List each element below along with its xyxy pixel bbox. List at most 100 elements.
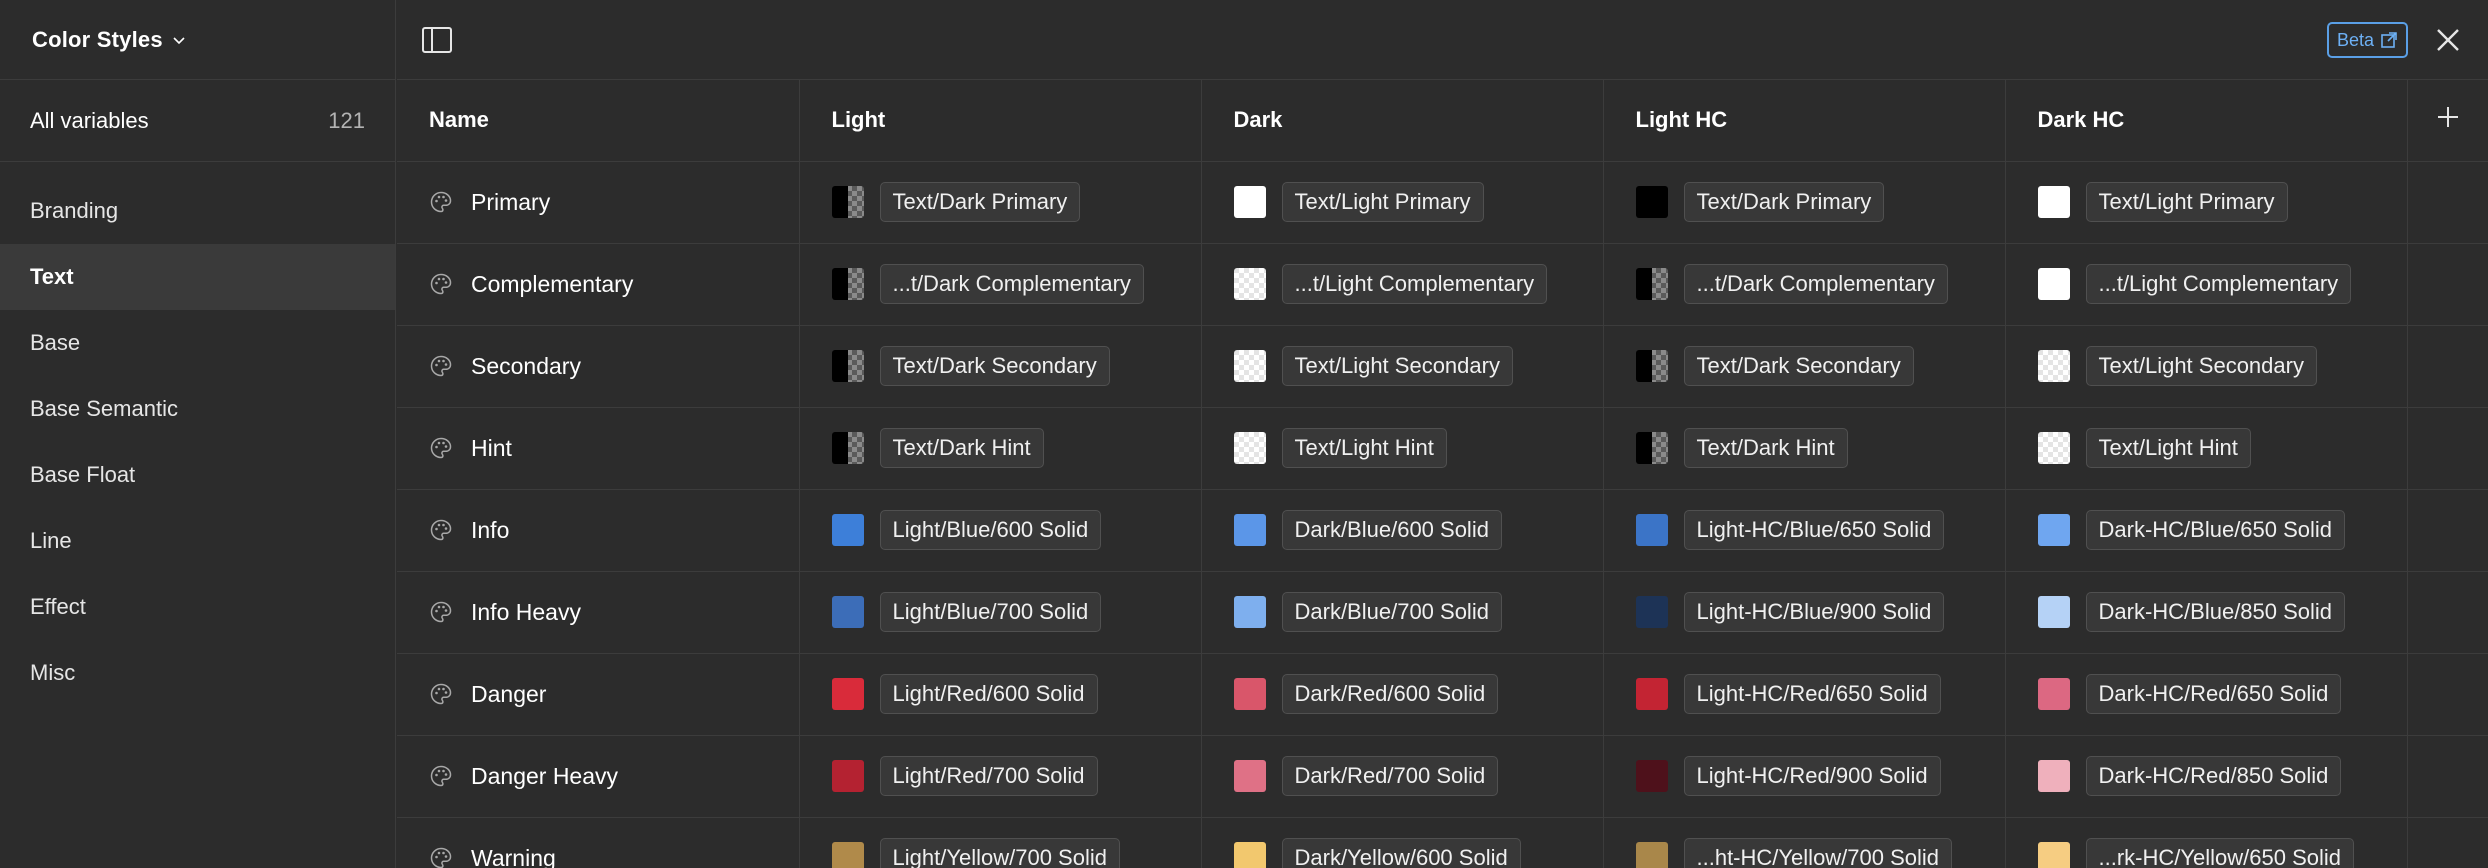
column-header-light-hc[interactable]: Light HC [1603, 80, 2006, 162]
alias-chip[interactable]: Text/Light Secondary [1281, 346, 1513, 386]
value-cell-light-hc[interactable]: Text/Dark Primary [1603, 161, 2006, 244]
value-cell-dark-hc[interactable]: Dark-HC/Blue/850 Solid [2005, 571, 2408, 654]
value-cell-light[interactable]: Text/Dark Primary [799, 161, 1202, 244]
alias-chip[interactable]: ...t/Light Complementary [2085, 264, 2352, 304]
table-row[interactable]: Info Light/Blue/600 Solid Dark/Blue/600 So… [397, 489, 2488, 572]
alias-chip[interactable]: Text/Dark Secondary [1683, 346, 1914, 386]
alias-chip[interactable]: Text/Light Primary [2085, 182, 2288, 222]
alias-chip[interactable]: ...t/Dark Complementary [879, 264, 1144, 304]
value-cell-light[interactable]: Light/Red/700 Solid [799, 735, 1202, 818]
alias-chip[interactable]: Light-HC/Red/900 Solid [1683, 756, 1941, 796]
alias-chip[interactable]: Light/Red/600 Solid [879, 674, 1098, 714]
alias-chip[interactable]: ...ht-HC/Yellow/700 Solid [1683, 838, 1953, 868]
value-cell-light-hc[interactable]: ...ht-HC/Yellow/700 Solid [1603, 817, 2006, 868]
alias-chip[interactable]: Text/Dark Hint [879, 428, 1044, 468]
alias-chip[interactable]: Light/Blue/600 Solid [879, 510, 1102, 550]
sidebar-item-effect[interactable]: Effect [0, 574, 395, 640]
value-cell-dark[interactable]: Dark/Blue/600 Solid [1201, 489, 1604, 572]
variable-name-cell[interactable]: Warning [397, 817, 800, 868]
value-cell-light[interactable]: Light/Red/600 Solid [799, 653, 1202, 736]
value-cell-light-hc[interactable]: Light-HC/Red/900 Solid [1603, 735, 2006, 818]
alias-chip[interactable]: ...t/Dark Complementary [1683, 264, 1948, 304]
alias-chip[interactable]: Light/Blue/700 Solid [879, 592, 1102, 632]
value-cell-light-hc[interactable]: Light-HC/Blue/900 Solid [1603, 571, 2006, 654]
value-cell-light-hc[interactable]: Text/Dark Hint [1603, 407, 2006, 490]
alias-chip[interactable]: Text/Light Hint [2085, 428, 2251, 468]
sidebar-item-misc[interactable]: Misc [0, 640, 395, 706]
alias-chip[interactable]: Dark/Red/700 Solid [1281, 756, 1499, 796]
alias-chip[interactable]: Dark/Blue/700 Solid [1281, 592, 1502, 632]
value-cell-dark[interactable]: Dark/Blue/700 Solid [1201, 571, 1604, 654]
alias-chip[interactable]: Light/Yellow/700 Solid [879, 838, 1120, 868]
variable-name-cell[interactable]: Hint [397, 407, 800, 490]
alias-chip[interactable]: Dark-HC/Blue/650 Solid [2085, 510, 2346, 550]
column-header-light[interactable]: Light [799, 80, 1202, 162]
sidebar-item-base-float[interactable]: Base Float [0, 442, 395, 508]
alias-chip[interactable]: Text/Light Primary [1281, 182, 1484, 222]
alias-chip[interactable]: Light-HC/Red/650 Solid [1683, 674, 1941, 714]
alias-chip[interactable]: Dark/Yellow/600 Solid [1281, 838, 1521, 868]
alias-chip[interactable]: Light-HC/Blue/650 Solid [1683, 510, 1945, 550]
variable-name-cell[interactable]: Danger [397, 653, 800, 736]
value-cell-dark[interactable]: Dark/Red/700 Solid [1201, 735, 1604, 818]
sidebar-item-base-semantic[interactable]: Base Semantic [0, 376, 395, 442]
value-cell-light[interactable]: Text/Dark Hint [799, 407, 1202, 490]
alias-chip[interactable]: Light-HC/Blue/900 Solid [1683, 592, 1945, 632]
table-row[interactable]: Danger Light/Red/600 Solid Dark/Red/600 So… [397, 653, 2488, 736]
value-cell-dark-hc[interactable]: Dark-HC/Blue/650 Solid [2005, 489, 2408, 572]
sidebar-item-base[interactable]: Base [0, 310, 395, 376]
beta-badge[interactable]: Beta [2326, 22, 2408, 58]
value-cell-dark[interactable]: ...t/Light Complementary [1201, 243, 1604, 326]
value-cell-dark-hc[interactable]: Dark-HC/Red/850 Solid [2005, 735, 2408, 818]
variable-name-cell[interactable]: Info [397, 489, 800, 572]
value-cell-light[interactable]: Text/Dark Secondary [799, 325, 1202, 408]
value-cell-dark-hc[interactable]: Dark-HC/Red/650 Solid [2005, 653, 2408, 736]
value-cell-dark[interactable]: Text/Light Hint [1201, 407, 1604, 490]
value-cell-dark-hc[interactable]: Text/Light Secondary [2005, 325, 2408, 408]
alias-chip[interactable]: Text/Dark Primary [1683, 182, 1885, 222]
value-cell-light[interactable]: Light/Blue/700 Solid [799, 571, 1202, 654]
alias-chip[interactable]: Dark/Blue/600 Solid [1281, 510, 1502, 550]
alias-chip[interactable]: Text/Light Secondary [2085, 346, 2317, 386]
alias-chip[interactable]: Dark-HC/Red/850 Solid [2085, 756, 2342, 796]
value-cell-light[interactable]: Light/Blue/600 Solid [799, 489, 1202, 572]
toggle-sidebar-icon[interactable] [421, 24, 453, 56]
table-row[interactable]: Info Heavy Light/Blue/700 Solid Dark/Blue/… [397, 571, 2488, 654]
value-cell-dark-hc[interactable]: ...rk-HC/Yellow/650 Solid [2005, 817, 2408, 868]
alias-chip[interactable]: Dark-HC/Red/650 Solid [2085, 674, 2342, 714]
value-cell-light[interactable]: ...t/Dark Complementary [799, 243, 1202, 326]
all-variables-item[interactable]: All variables 121 [0, 80, 395, 162]
alias-chip[interactable]: Text/Dark Secondary [879, 346, 1110, 386]
alias-chip[interactable]: Text/Dark Hint [1683, 428, 1848, 468]
alias-chip[interactable]: Dark/Red/600 Solid [1281, 674, 1499, 714]
alias-chip[interactable]: Dark-HC/Blue/850 Solid [2085, 592, 2346, 632]
variable-name-cell[interactable]: Secondary [397, 325, 800, 408]
table-row[interactable]: Primary Text/Dark Primary Text/Light Prima… [397, 161, 2488, 244]
table-row[interactable]: Warning Light/Yellow/700 Solid Dark/Yellow… [397, 817, 2488, 868]
table-row[interactable]: Secondary Text/Dark Secondary Text/Light S… [397, 325, 2488, 408]
variable-name-cell[interactable]: Primary [397, 161, 800, 244]
sidebar-item-text[interactable]: Text [0, 244, 395, 310]
variable-name-cell[interactable]: Info Heavy [397, 571, 800, 654]
value-cell-light-hc[interactable]: ...t/Dark Complementary [1603, 243, 2006, 326]
alias-chip[interactable]: Text/Dark Primary [879, 182, 1081, 222]
variable-name-cell[interactable]: Complementary [397, 243, 800, 326]
value-cell-light-hc[interactable]: Light-HC/Blue/650 Solid [1603, 489, 2006, 572]
close-icon[interactable] [2434, 26, 2462, 54]
add-mode-button[interactable] [2407, 80, 2488, 162]
variable-name-cell[interactable]: Danger Heavy [397, 735, 800, 818]
value-cell-light-hc[interactable]: Light-HC/Red/650 Solid [1603, 653, 2006, 736]
value-cell-dark-hc[interactable]: Text/Light Primary [2005, 161, 2408, 244]
column-header-dark[interactable]: Dark [1201, 80, 1604, 162]
sidebar-item-branding[interactable]: Branding [0, 178, 395, 244]
value-cell-light[interactable]: Light/Yellow/700 Solid [799, 817, 1202, 868]
column-header-dark-hc[interactable]: Dark HC [2005, 80, 2408, 162]
value-cell-light-hc[interactable]: Text/Dark Secondary [1603, 325, 2006, 408]
table-row[interactable]: Complementary ...t/Dark Complementary ...t… [397, 243, 2488, 326]
alias-chip[interactable]: ...t/Light Complementary [1281, 264, 1548, 304]
value-cell-dark[interactable]: Text/Light Primary [1201, 161, 1604, 244]
alias-chip[interactable]: ...rk-HC/Yellow/650 Solid [2085, 838, 2355, 868]
value-cell-dark[interactable]: Dark/Red/600 Solid [1201, 653, 1604, 736]
value-cell-dark-hc[interactable]: Text/Light Hint [2005, 407, 2408, 490]
value-cell-dark[interactable]: Dark/Yellow/600 Solid [1201, 817, 1604, 868]
